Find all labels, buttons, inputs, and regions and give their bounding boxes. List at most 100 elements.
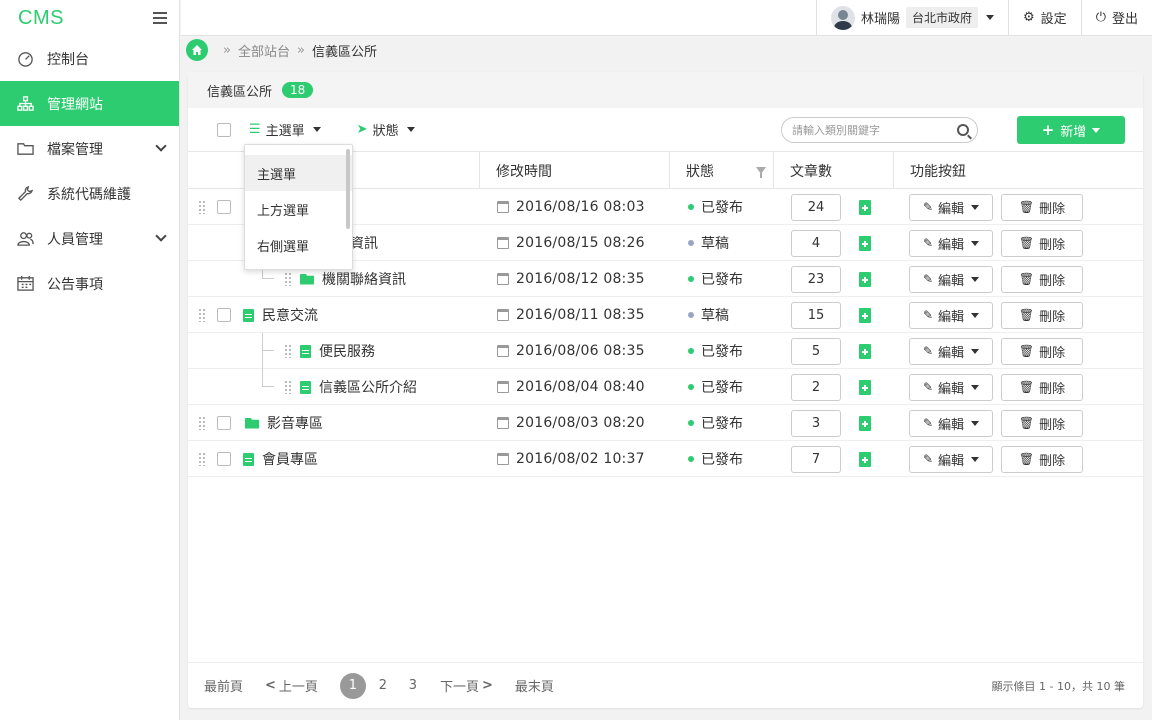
brand-bar: CMS — [0, 0, 179, 36]
settings-button[interactable]: ⚙ 設定 — [1008, 0, 1081, 35]
sidebar-item-system-codes[interactable]: 系統代碼維護 — [0, 171, 179, 216]
article-count-box[interactable]: 23 — [791, 265, 841, 293]
edit-button[interactable]: ✎ 編輯 — [909, 445, 993, 473]
prev-page-link[interactable]: < 上一頁 — [265, 676, 318, 695]
add-article-icon[interactable] — [859, 379, 871, 395]
row-name[interactable]: 信義區公所介紹 — [300, 369, 417, 405]
search-icon[interactable] — [957, 124, 969, 136]
menu-option-main[interactable]: 主選單 — [245, 155, 352, 191]
status-dot — [688, 384, 694, 390]
row-article-count: 15 — [791, 297, 871, 333]
drag-handle-icon[interactable] — [284, 272, 292, 286]
page-2[interactable]: 2 — [370, 673, 396, 699]
home-icon[interactable] — [186, 39, 208, 61]
breadcrumb-all-sites[interactable]: 全部站台 — [238, 41, 290, 60]
calendar-icon — [497, 417, 509, 429]
status-filter-dropdown[interactable]: ➤ 狀態 — [357, 120, 415, 139]
delete-button[interactable]: 🗑 刪除 — [1001, 445, 1083, 473]
sidebar-item-dashboard[interactable]: 控制台 — [0, 36, 179, 81]
delete-button[interactable]: 🗑 刪除 — [1001, 409, 1083, 437]
row-checkbox[interactable] — [217, 308, 231, 322]
delete-button[interactable]: 🗑 刪除 — [1001, 373, 1083, 401]
next-page-link[interactable]: 下一頁 > — [440, 676, 493, 695]
add-article-icon[interactable] — [859, 235, 871, 251]
row-status: 已發布 — [688, 261, 743, 297]
row-checkbox[interactable] — [217, 416, 231, 430]
dropdown-scrollbar[interactable] — [346, 149, 350, 229]
drag-handle-icon[interactable] — [284, 344, 292, 358]
pagination: 最前頁 < 上一頁 1 2 3 下一頁 > 最末頁 顯示條目 1 - 10，共 10… — [188, 662, 1143, 708]
delete-button[interactable]: 🗑 刪除 — [1001, 265, 1083, 293]
last-page-link[interactable]: 最末頁 — [515, 676, 554, 695]
edit-button[interactable]: ✎ 編輯 — [909, 409, 993, 437]
drag-handle-icon[interactable] — [198, 416, 206, 430]
hamburger-menu-icon[interactable] — [153, 12, 167, 24]
row-name-text: 影音專區 — [267, 416, 323, 432]
row-checkbox[interactable] — [217, 452, 231, 466]
article-count-box[interactable]: 24 — [791, 193, 841, 221]
caret-down-icon — [971, 276, 980, 282]
article-count-box[interactable]: 15 — [791, 301, 841, 329]
sidebar-item-file-management[interactable]: 檔案管理 — [0, 126, 179, 171]
table-row: 信義區公所介紹 2016/08/04 08:40 已發布 2 ✎ 編輯 🗑 刪除 — [188, 351, 1143, 405]
add-article-icon[interactable] — [859, 307, 871, 323]
menu-option-right[interactable]: 右側選單 — [245, 227, 352, 263]
sidebar-item-announcements[interactable]: 公告事項 — [0, 261, 179, 306]
edit-button[interactable]: ✎ 編輯 — [909, 193, 993, 221]
delete-button[interactable]: 🗑 刪除 — [1001, 301, 1083, 329]
add-article-icon[interactable] — [859, 451, 871, 467]
delete-button[interactable]: 🗑 刪除 — [1001, 337, 1083, 365]
breadcrumb-current: 信義區公所 — [311, 44, 377, 60]
logout-label: 登出 — [1111, 12, 1138, 27]
add-article-icon[interactable] — [859, 271, 871, 287]
menu-option-top[interactable]: 上方選單 — [245, 191, 352, 227]
sidebar-item-manage-sites[interactable]: 管理網站 — [0, 81, 179, 126]
select-all-checkbox[interactable] — [217, 122, 231, 137]
calendar-icon — [497, 453, 509, 465]
drag-handle-icon[interactable] — [284, 380, 292, 394]
add-article-icon[interactable] — [859, 415, 871, 431]
drag-handle-icon[interactable] — [198, 452, 206, 466]
settings-label: 設定 — [1040, 12, 1067, 27]
column-status: 狀態 — [669, 152, 773, 189]
drag-handle-icon[interactable] — [198, 200, 206, 214]
menu-filter-dropdown[interactable]: ☰ 主選單 — [249, 120, 321, 139]
row-actions: ✎ 編輯 🗑 刪除 — [909, 261, 1083, 297]
row-actions: ✎ 編輯 🗑 刪除 — [909, 441, 1083, 477]
search-input[interactable] — [792, 123, 957, 137]
delete-button[interactable]: 🗑 刪除 — [1001, 229, 1083, 257]
caret-down-icon — [971, 204, 980, 210]
article-count-box[interactable]: 2 — [791, 373, 841, 401]
row-name[interactable]: 便民服務 — [300, 333, 375, 369]
edit-button[interactable]: ✎ 編輯 — [909, 229, 993, 257]
search-box — [781, 117, 978, 143]
add-article-icon[interactable] — [859, 199, 871, 215]
add-button[interactable]: + 新增 — [1017, 116, 1125, 144]
first-page-link[interactable]: 最前頁 — [204, 676, 243, 695]
add-article-icon[interactable] — [859, 343, 871, 359]
row-name[interactable]: 影音專區 — [245, 405, 323, 441]
pencil-icon: ✎ — [922, 416, 934, 430]
delete-button[interactable]: 🗑 刪除 — [1001, 193, 1083, 221]
article-count-box[interactable]: 5 — [791, 337, 841, 365]
edit-button[interactable]: ✎ 編輯 — [909, 301, 993, 329]
user-menu[interactable]: 林瑞陽 台北市政府 — [815, 0, 1008, 35]
row-name[interactable]: 民意交流 — [243, 297, 318, 333]
row-name-text: 會員專區 — [262, 452, 318, 468]
drag-handle-icon[interactable] — [198, 308, 206, 322]
edit-button[interactable]: ✎ 編輯 — [909, 265, 993, 293]
article-count-box[interactable]: 3 — [791, 409, 841, 437]
row-checkbox[interactable] — [217, 200, 231, 214]
logout-button[interactable]: ⏻ 登出 — [1080, 0, 1152, 35]
edit-button[interactable]: ✎ 編輯 — [909, 337, 993, 365]
edit-button[interactable]: ✎ 編輯 — [909, 373, 993, 401]
article-count-box[interactable]: 7 — [791, 445, 841, 473]
row-status: 草稿 — [688, 297, 729, 333]
filter-icon[interactable] — [756, 167, 766, 178]
row-name[interactable]: 會員專區 — [243, 441, 318, 477]
page-1[interactable]: 1 — [339, 672, 366, 699]
page-3[interactable]: 3 — [400, 673, 426, 699]
row-name-text: 機關聯絡資訊 — [322, 272, 406, 288]
article-count-box[interactable]: 4 — [791, 229, 841, 257]
sidebar-item-personnel[interactable]: 人員管理 — [0, 216, 179, 261]
